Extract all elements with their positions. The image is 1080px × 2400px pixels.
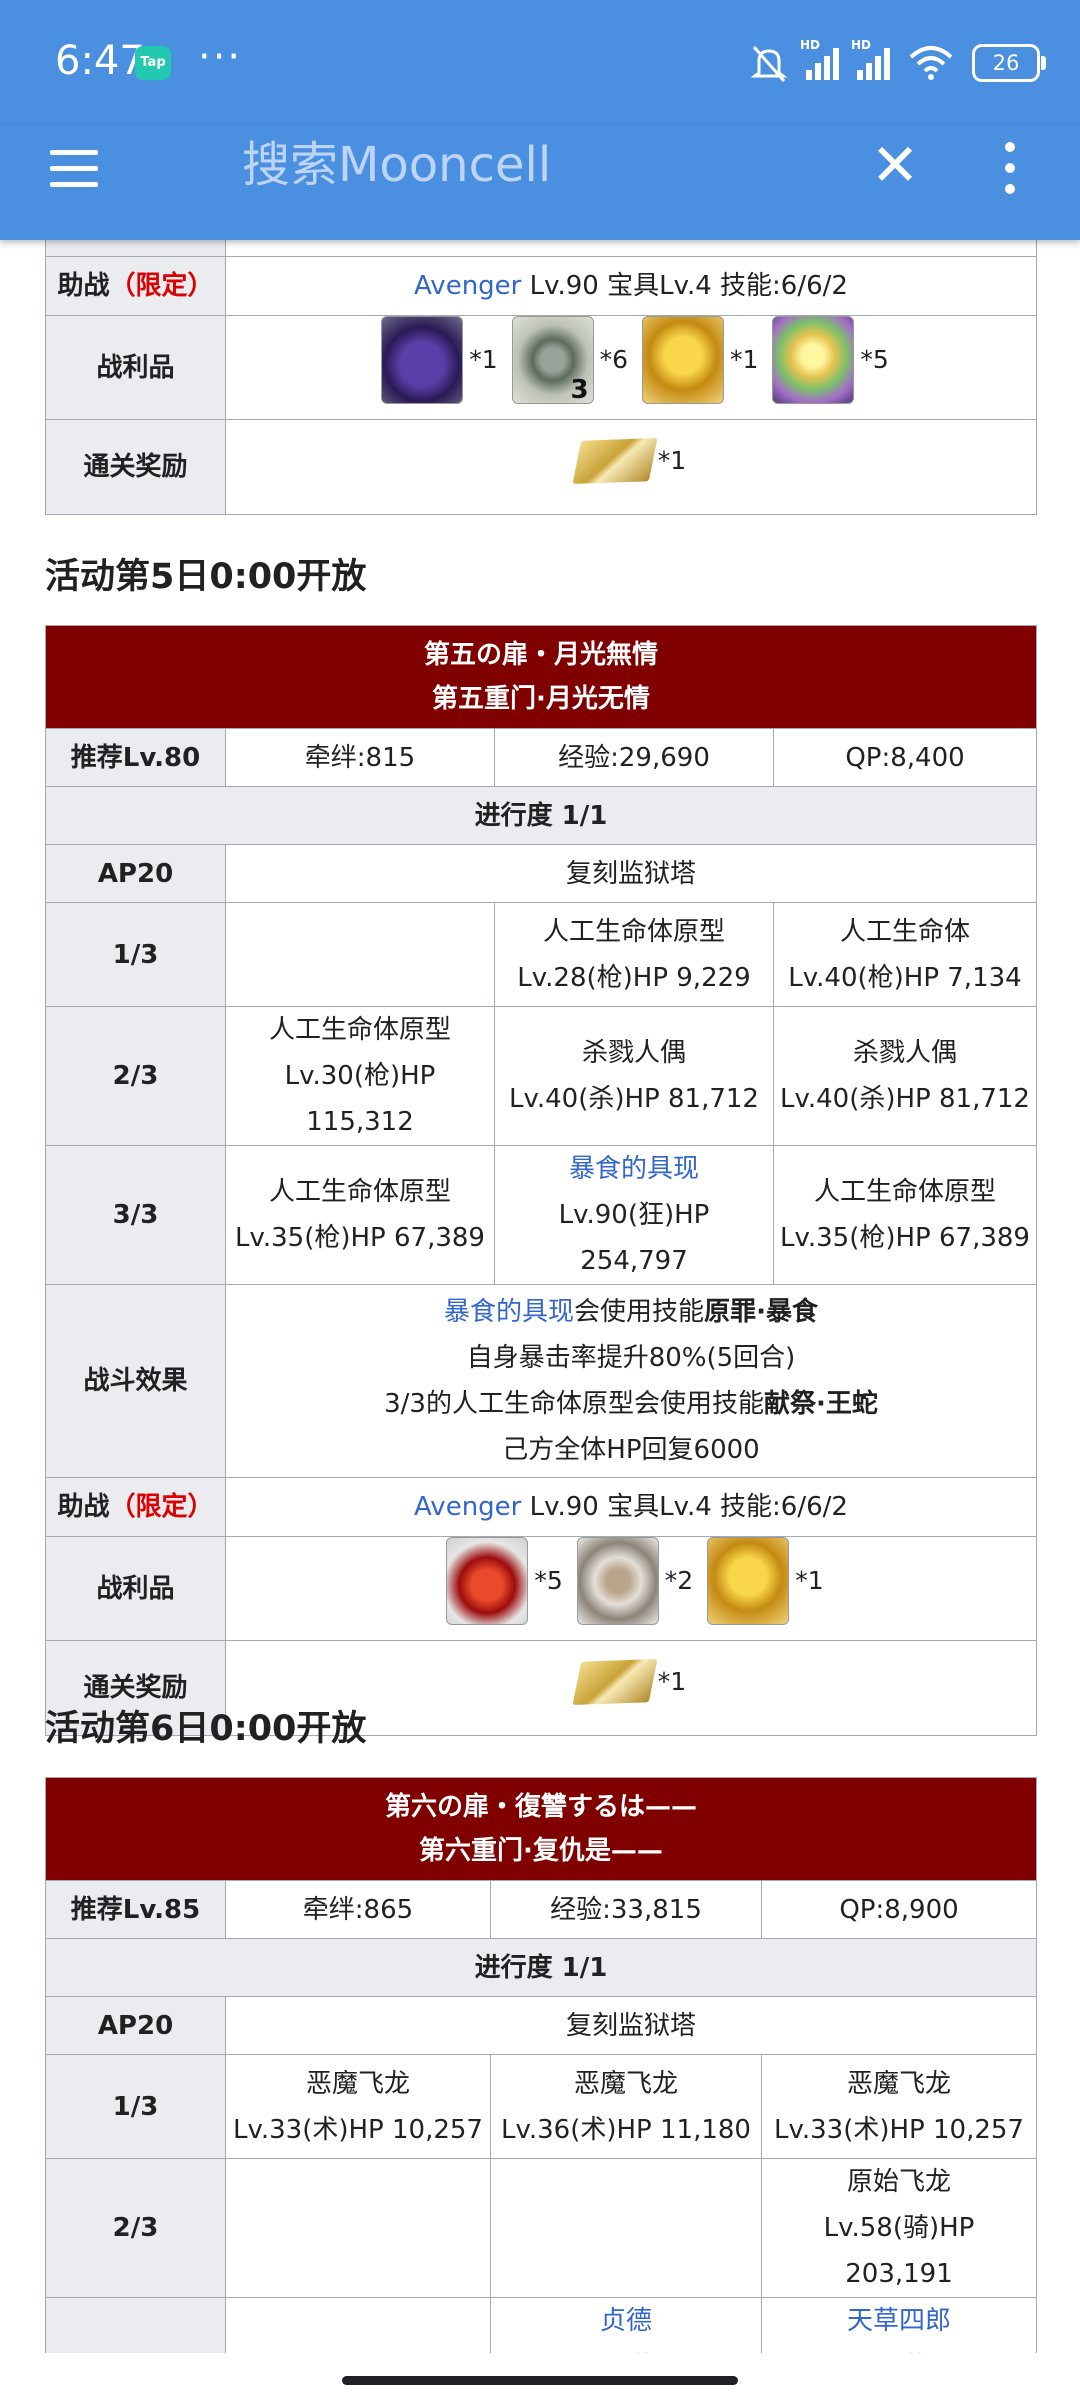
- reward-label: 通关奖励: [45, 419, 226, 515]
- quest-table-4: 助战（限定） Avenger Lv.90 宝具Lv.4 技能:6/6/2 战利品…: [45, 240, 1037, 515]
- red-potion-icon: [446, 1537, 529, 1625]
- rainbow-card-icon: [772, 316, 855, 404]
- enemy-link[interactable]: 贞德: [497, 2298, 755, 2344]
- enemy-cell: 杀戮人偶 Lv.40(杀)HP 81,712: [773, 1006, 1037, 1146]
- purple-gem-icon: [381, 316, 464, 404]
- enemy-cell: 人工生命体 Lv.40(枪)HP 7,134: [773, 902, 1037, 1007]
- quest-location: 复刻监狱塔: [225, 844, 1037, 903]
- enemy-cell: 人工生命体原型 Lv.35(枪)HP 67,389: [773, 1145, 1037, 1285]
- enemy-cell: 暴食的具现 Lv.90(狂)HP 254,797: [494, 1145, 774, 1285]
- enemy-link[interactable]: 暴食的具现: [501, 1146, 767, 1192]
- enemy-link[interactable]: 天草四郎: [768, 2298, 1030, 2344]
- progress-label: 进行度 1/1: [45, 1938, 1037, 1997]
- support-label: 助战（限定）: [45, 256, 226, 316]
- enemy-cell: 恶魔飞龙 Lv.33(术)HP 10,257: [761, 2054, 1037, 2159]
- quest-table-5: 第五の扉・月光無情 第五重门·月光无情 推荐Lv.80 牵绊:815 经验:29,…: [45, 625, 1037, 1736]
- page-content: 助战（限定） Avenger Lv.90 宝具Lv.4 技能:6/6/2 战利品…: [0, 240, 1080, 2353]
- progress-label: 进行度 1/1: [45, 786, 1037, 845]
- status-bar: 6:47 Tap ··· HD HD 26: [0, 0, 1080, 125]
- wave-label: 2/3: [45, 2158, 226, 2298]
- enemy-cell: 人工生命体原型 Lv.28(枪)HP 9,229: [494, 902, 774, 1007]
- drops-label: 战利品: [45, 1536, 226, 1641]
- ap-cost: AP20: [45, 1996, 226, 2055]
- status-time: 6:47: [55, 38, 145, 84]
- support-label: 助战（限定）: [45, 1477, 226, 1537]
- support-servant-link[interactable]: Avenger: [414, 1492, 521, 1522]
- enemy-cell: 贞德Lv.88(裁)HP 191,916: [490, 2297, 762, 2353]
- quest-title: 第六の扉・復讐するは—— 第六重门·复仇是——: [45, 1777, 1037, 1881]
- reward-cell: *1: [225, 419, 1037, 515]
- reward-item[interactable]: *1: [572, 1658, 686, 1705]
- quest-table-6: 第六の扉・復讐するは—— 第六重门·复仇是—— 推荐Lv.85 牵绊:865 经验…: [45, 1777, 1037, 2353]
- drop-item[interactable]: *5: [764, 316, 889, 404]
- gold-statue-icon: [642, 316, 724, 404]
- bond-value: 牵绊:815: [225, 728, 495, 787]
- battle-effect-text: 暴食的具现会使用技能原罪·暴食 自身暴击率提升80%(5回合) 3/3的人工生命…: [225, 1284, 1037, 1478]
- section-heading-day5: 活动第5日0:00开放: [45, 557, 367, 597]
- enemy-cell: 杀戮人偶 Lv.40(杀)HP 81,712: [494, 1006, 774, 1146]
- quest-title: 第五の扉・月光無情 第五重门·月光无情: [45, 625, 1037, 729]
- silver-shell-icon: [576, 1537, 659, 1625]
- gold-statue-icon: [707, 1537, 790, 1625]
- signal-hd-icon: HD: [800, 38, 839, 80]
- search-input[interactable]: [242, 137, 802, 193]
- effect-enemy-link[interactable]: 暴食的具现: [444, 1297, 574, 1327]
- wave-label: 2/3: [45, 1006, 226, 1146]
- drop-item[interactable]: *1: [699, 1537, 824, 1625]
- qp-value: QP:8,900: [761, 1880, 1037, 1939]
- drop-item[interactable]: *2: [569, 1537, 693, 1625]
- battery-icon: 26: [972, 44, 1046, 82]
- grey-shell-icon: 3: [511, 316, 594, 404]
- home-indicator[interactable]: [342, 2376, 738, 2385]
- exp-value: 经验:29,690: [494, 728, 774, 787]
- ap-cost: AP20: [45, 844, 226, 903]
- support-info: Avenger Lv.90 宝具Lv.4 技能:6/6/2: [225, 256, 1037, 316]
- taptap-app-icon: Tap: [135, 46, 171, 80]
- enemy-cell: 人工生命体原型 Lv.30(枪)HP 115,312: [225, 1006, 495, 1146]
- enemy-cell: 恶魔飞龙 Lv.36(术)HP 11,180: [490, 2054, 762, 2159]
- gold-ticket-icon: [572, 437, 658, 484]
- drops-label: 战利品: [45, 315, 226, 420]
- section-heading-day6: 活动第6日0:00开放: [45, 1709, 367, 1749]
- recommended-level: 推荐Lv.85: [45, 1880, 226, 1939]
- drop-item[interactable]: *5: [438, 1537, 563, 1625]
- enemy-cell: [225, 902, 495, 1007]
- more-notifications-icon: ···: [198, 34, 243, 80]
- wifi-icon: [909, 46, 953, 80]
- bond-value: 牵绊:865: [225, 1880, 491, 1939]
- drops-cell: *5 *2 *1: [225, 1536, 1037, 1641]
- mute-bell-icon: [750, 46, 788, 82]
- signal-hd-2-icon: HD: [851, 38, 890, 80]
- enemy-cell: [225, 2297, 491, 2353]
- gold-ticket-icon: [572, 1658, 658, 1705]
- quest-location: 复刻监狱塔: [225, 1996, 1037, 2055]
- reward-item[interactable]: *1: [572, 437, 686, 484]
- wave-label: 1/3: [45, 902, 226, 1007]
- enemy-cell: 天草四郎Lv.85(裁)HP 143,517: [761, 2297, 1037, 2353]
- enemy-cell: 人工生命体原型 Lv.35(枪)HP 67,389: [225, 1145, 495, 1285]
- recommended-level: 推荐Lv.80: [45, 728, 226, 787]
- wave-label: 3/3: [45, 2297, 226, 2353]
- enemy-cell: 原始飞龙 Lv.58(骑)HP 203,191: [761, 2158, 1037, 2298]
- qp-value: QP:8,400: [773, 728, 1037, 787]
- support-servant-link[interactable]: Avenger: [414, 271, 521, 301]
- enemy-cell: [490, 2158, 762, 2298]
- wave-label: 1/3: [45, 2054, 226, 2159]
- battle-effect-label: 战斗效果: [45, 1284, 226, 1478]
- support-info: Avenger Lv.90 宝具Lv.4 技能:6/6/2: [225, 1477, 1037, 1537]
- drop-item[interactable]: 3 *6: [504, 316, 628, 404]
- wave-label: 3/3: [45, 1145, 226, 1285]
- more-options-icon[interactable]: [1005, 142, 1017, 205]
- enemy-cell: 恶魔飞龙 Lv.33(术)HP 10,257: [225, 2054, 491, 2159]
- drop-item[interactable]: *1: [373, 316, 498, 404]
- exp-value: 经验:33,815: [490, 1880, 762, 1939]
- drops-cell: *1 3 *6 *1 *5: [225, 315, 1037, 420]
- menu-icon[interactable]: [50, 150, 98, 190]
- drop-item[interactable]: *1: [634, 316, 758, 404]
- close-icon[interactable]: ✕: [870, 136, 920, 194]
- enemy-cell: [225, 2158, 491, 2298]
- status-icons: HD HD 26: [750, 38, 1046, 88]
